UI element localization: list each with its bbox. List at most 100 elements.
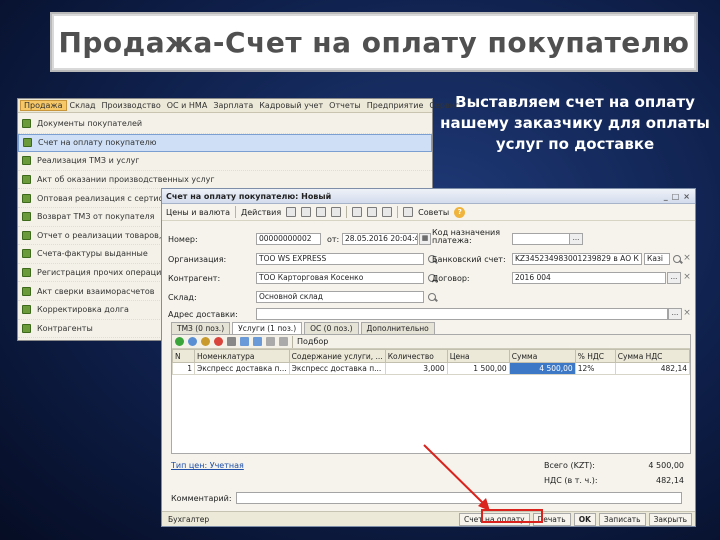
maximize-icon[interactable]: □ <box>672 192 680 201</box>
minimize-icon[interactable]: _ <box>664 192 668 201</box>
contract-field[interactable]: 2016 004 <box>512 272 666 284</box>
sort-asc-icon[interactable] <box>266 337 275 346</box>
clear-icon[interactable]: × <box>682 253 692 265</box>
submenu-item-invoice[interactable]: Счет на оплату покупателю <box>18 133 432 153</box>
ok-button[interactable]: OK <box>573 512 596 526</box>
cell-vat-rate[interactable]: 12% <box>574 362 616 375</box>
submenu-item[interactable]: Акт об оказании производственных услуг <box>18 171 432 190</box>
menu-item-salary[interactable]: Зарплата <box>210 101 256 110</box>
payment-code-select[interactable]: ... <box>569 233 583 245</box>
menu-item-sales[interactable]: Продажа <box>20 100 67 111</box>
slide-title: Продажа-Счет на оплату покупателю <box>58 25 690 59</box>
edit-row-icon[interactable] <box>201 337 210 346</box>
number-field[interactable]: 00000000002 <box>256 233 321 245</box>
address-select[interactable]: ... <box>668 308 682 320</box>
cell-vat-sum[interactable]: 482,14 <box>614 362 691 375</box>
prices-currency-button[interactable]: Цены и валюта <box>166 208 230 217</box>
menu-item-hr[interactable]: Кадровый учет <box>256 101 326 110</box>
column-header[interactable]: Номенклатура <box>194 349 290 363</box>
delete-row-icon[interactable] <box>214 337 223 346</box>
document-icon <box>22 119 31 129</box>
table-row[interactable]: 1 Экспресс доставка п... Экспресс достав… <box>172 362 691 375</box>
menu-item-service[interactable]: Сервис <box>426 101 462 110</box>
structure-icon[interactable] <box>352 207 363 217</box>
close-icon[interactable]: × <box>683 192 690 201</box>
total-value: 4 500,00 <box>648 461 684 470</box>
bank-account-tail[interactable]: Казі <box>644 253 670 265</box>
services-panel: Подбор N Номенклатура Содержание услуги,… <box>171 334 691 454</box>
calendar-button[interactable]: ▦ <box>419 233 431 245</box>
invoice-document-window: Счет на оплату покупателю: Новый _ □ × Ц… <box>161 188 696 527</box>
cell-content[interactable]: Экспресс доставка п... <box>288 362 386 375</box>
tips-icon[interactable] <box>403 207 414 217</box>
contract-label: Договор: <box>432 274 470 283</box>
counterparty-field[interactable]: ТОО Карторговая Косенко <box>256 272 424 284</box>
table-toolbar: Подбор <box>172 335 690 349</box>
payment-code-field[interactable] <box>512 233 570 245</box>
cell-number[interactable]: 1 <box>172 362 195 375</box>
comment-label: Комментарий: <box>171 494 232 503</box>
close-button[interactable]: Закрыть <box>648 512 692 526</box>
document-icon <box>22 156 31 166</box>
clear-icon[interactable]: × <box>682 308 692 320</box>
organization-field[interactable]: ТОО WS EXPRESS <box>256 253 424 265</box>
bank-account-field[interactable]: KZ345234983001239829 в АО К <box>512 253 642 265</box>
price-type-link[interactable]: Тип цен: Учетная <box>171 461 244 470</box>
menu-item-assets[interactable]: ОС и НМА <box>164 101 211 110</box>
column-header[interactable]: Сумма <box>508 349 576 363</box>
add-icon[interactable] <box>286 207 297 217</box>
document-toolbar: Цены и валюта Действия Советы ? <box>162 204 695 221</box>
tab-fixed-assets[interactable]: ОС (0 поз.) <box>304 322 359 334</box>
window-title: Счет на оплату покупателю: Новый <box>166 191 332 201</box>
help-icon[interactable]: ? <box>454 206 466 218</box>
sort-desc-icon[interactable] <box>279 337 288 346</box>
copy-icon[interactable] <box>301 207 312 217</box>
submenu-item[interactable]: Реализация ТМЗ и услуг <box>18 152 432 171</box>
tab-services[interactable]: Услуги (1 поз.) <box>232 322 303 334</box>
write-button[interactable]: Записать <box>598 512 646 526</box>
edit-icon[interactable] <box>316 207 327 217</box>
comment-field[interactable] <box>236 492 682 504</box>
selection-button[interactable]: Подбор <box>297 337 328 346</box>
cell-sum[interactable]: 4 500,00 <box>508 362 576 375</box>
delivery-address-field[interactable] <box>256 308 668 320</box>
column-header[interactable]: % НДС <box>574 349 616 363</box>
document-icon <box>23 138 32 148</box>
menu-item-production[interactable]: Производство <box>99 101 164 110</box>
services-table: N Номенклатура Содержание услуги, ... Ко… <box>172 349 691 375</box>
slide-description: Выставляем счет на оплату нашему заказчи… <box>440 93 710 153</box>
document-icon <box>22 230 31 240</box>
menu-item-warehouse[interactable]: Склад <box>67 101 99 110</box>
clear-icon[interactable]: × <box>682 272 692 284</box>
payment-code-label: Код назначения платежа: <box>432 228 501 245</box>
window-titlebar[interactable]: Счет на оплату покупателю: Новый _ □ × <box>162 189 695 204</box>
column-header[interactable]: N <box>172 349 195 363</box>
end-edit-icon[interactable] <box>227 337 236 346</box>
copy-row-icon[interactable] <box>188 337 197 346</box>
tab-additional[interactable]: Дополнительно <box>360 322 435 334</box>
cell-quantity[interactable]: 3,000 <box>384 362 448 375</box>
tab-inventory[interactable]: ТМЗ (0 поз.) <box>171 322 231 334</box>
submenu-item[interactable]: Документы покупателей <box>18 115 432 134</box>
warehouse-field[interactable]: Основной склад <box>256 291 424 303</box>
tips-button[interactable]: Советы <box>418 208 449 217</box>
column-header[interactable]: Содержание услуги, ... <box>288 349 386 363</box>
move-down-icon[interactable] <box>253 337 262 346</box>
cell-price[interactable]: 1 500,00 <box>446 362 510 375</box>
add-row-icon[interactable] <box>175 337 184 346</box>
column-header[interactable]: Количество <box>384 349 448 363</box>
cell-item[interactable]: Экспресс доставка п... <box>194 362 290 375</box>
move-up-icon[interactable] <box>240 337 249 346</box>
column-header[interactable]: Сумма НДС <box>614 349 691 363</box>
report-icon[interactable] <box>367 207 378 217</box>
contract-select[interactable]: ... <box>667 272 681 284</box>
print-icon[interactable] <box>382 207 393 217</box>
search-icon[interactable] <box>427 292 438 303</box>
actions-menu-button[interactable]: Действия <box>241 208 281 217</box>
date-field[interactable]: 28.05.2016 20:04:41 <box>342 233 418 245</box>
date-label: от: <box>327 235 340 244</box>
menu-item-reports[interactable]: Отчеты <box>326 101 364 110</box>
column-header[interactable]: Цена <box>446 349 510 363</box>
delete-icon[interactable] <box>331 207 342 217</box>
menu-item-enterprise[interactable]: Предприятие <box>364 101 427 110</box>
